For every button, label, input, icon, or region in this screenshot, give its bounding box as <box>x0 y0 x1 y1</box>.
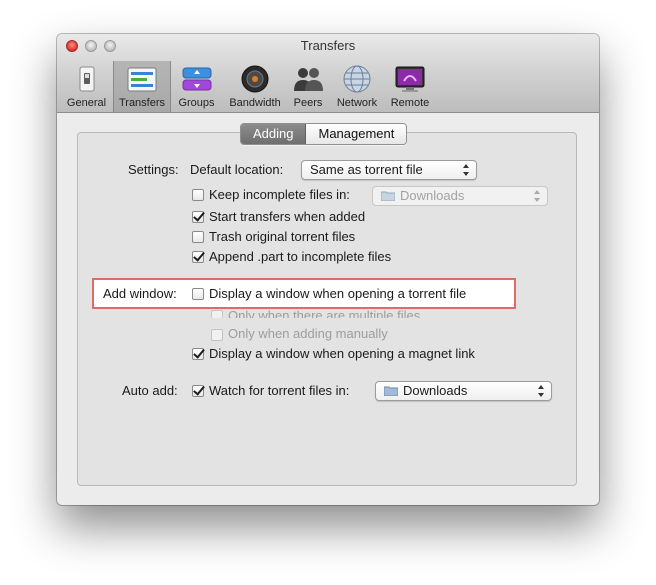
tab-network[interactable]: Network <box>331 61 383 112</box>
segment-management[interactable]: Management <box>306 124 407 144</box>
add-window-label: Add window: <box>103 286 177 301</box>
groups-icon <box>182 67 211 91</box>
incomplete-folder-value: Downloads <box>400 188 465 203</box>
auto-add-label: Auto add: <box>122 383 178 398</box>
tab-remote-label: Remote <box>390 97 430 109</box>
tab-network-label: Network <box>336 97 378 109</box>
tab-transfers[interactable]: Transfers <box>113 61 171 112</box>
trash-original-checkbox[interactable] <box>192 231 204 243</box>
only-manual-checkbox[interactable] <box>211 329 223 341</box>
settings-label: Settings: <box>128 162 179 177</box>
start-transfers-checkbox[interactable] <box>192 211 204 223</box>
window-title: Transfers <box>300 38 356 53</box>
only-manual-label: Only when adding manually <box>228 326 388 341</box>
tab-remote[interactable]: Remote <box>386 61 434 112</box>
bandwidth-icon <box>241 65 269 93</box>
folder-icon <box>384 386 398 396</box>
popup-arrows-icon <box>534 190 540 202</box>
incomplete-folder-popup[interactable]: Downloads <box>372 186 548 206</box>
tab-bandwidth-label: Bandwidth <box>229 97 281 109</box>
display-window-checkbox[interactable] <box>192 288 204 300</box>
tab-groups-label: Groups <box>178 97 215 109</box>
magnet-window-checkbox[interactable] <box>192 348 204 360</box>
remote-icon <box>395 66 425 92</box>
tab-groups[interactable]: Groups <box>174 61 219 112</box>
default-location-popup[interactable]: Same as torrent file <box>301 160 477 180</box>
tab-transfers-label: Transfers <box>118 97 166 109</box>
append-part-checkbox[interactable] <box>192 251 204 263</box>
segment-adding[interactable]: Adding <box>241 124 307 144</box>
start-transfers-label: Start transfers when added <box>209 209 366 224</box>
watch-folder-checkbox[interactable] <box>192 385 204 397</box>
display-window-label: Display a window when opening a torrent … <box>209 286 467 301</box>
default-location-label: Default location: <box>190 162 284 177</box>
tab-peers[interactable]: Peers <box>289 61 327 112</box>
network-icon <box>343 65 371 93</box>
peers-icon <box>294 68 323 91</box>
popup-arrows-icon <box>538 385 544 397</box>
tab-general-label: General <box>66 97 107 109</box>
watch-folder-label: Watch for torrent files in: <box>209 383 350 398</box>
magnet-window-label: Display a window when opening a magnet l… <box>209 346 475 361</box>
only-multiple-checkbox[interactable] <box>211 310 223 318</box>
only-multiple-label: Only when there are multiple files <box>228 308 421 318</box>
keep-incomplete-label: Keep incomplete files in: <box>209 187 350 202</box>
folder-icon <box>381 191 395 201</box>
popup-arrows-icon <box>463 164 469 176</box>
watch-folder-value: Downloads <box>403 383 468 398</box>
tab-general[interactable]: General <box>63 61 110 112</box>
watch-folder-popup[interactable]: Downloads <box>375 381 552 401</box>
preferences-window: Transfers General Transfers Groups Bandw… <box>57 34 599 505</box>
append-part-label: Append .part to incomplete files <box>209 249 392 264</box>
tab-peers-label: Peers <box>293 97 323 109</box>
general-switch-icon <box>79 66 94 92</box>
default-location-value: Same as torrent file <box>310 162 423 177</box>
segmented-control: Adding Management <box>240 123 408 145</box>
tab-bandwidth[interactable]: Bandwidth <box>222 61 288 112</box>
title-bar: Transfers General Transfers Groups Bandw… <box>57 34 599 113</box>
keep-incomplete-checkbox[interactable] <box>192 189 204 201</box>
transfers-icon <box>127 67 157 92</box>
trash-original-label: Trash original torrent files <box>209 229 356 244</box>
